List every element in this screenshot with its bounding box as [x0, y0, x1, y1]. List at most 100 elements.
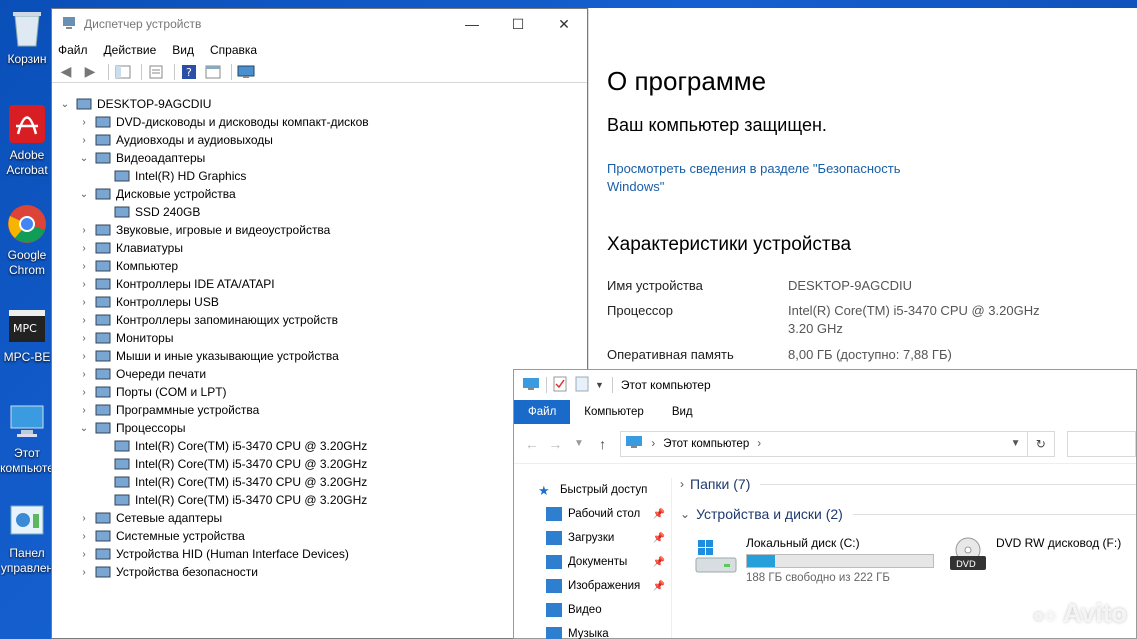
nav-item[interactable]: Музыка: [514, 622, 671, 639]
tree-category[interactable]: › Аудиовходы и аудиовыходы: [52, 131, 587, 149]
tree-category[interactable]: › Сетевые адаптеры: [52, 509, 587, 527]
tree-category[interactable]: › Компьютер: [52, 257, 587, 275]
tree-category[interactable]: › Порты (COM и LPT): [52, 383, 587, 401]
forward-button[interactable]: ▶: [80, 63, 100, 81]
security-link[interactable]: Просмотреть сведения в разделе "Безопасн…: [607, 160, 937, 196]
nav-item[interactable]: Загрузки 📌: [514, 526, 671, 550]
address-crumb[interactable]: Этот компьютер: [663, 438, 749, 450]
chevron-right-icon[interactable]: ›: [79, 297, 89, 308]
nav-item[interactable]: Изображения 📌: [514, 574, 671, 598]
properties-qa-icon[interactable]: [553, 376, 567, 395]
recent-chevron-icon[interactable]: ▼: [567, 438, 591, 449]
tree-category[interactable]: › Мониторы: [52, 329, 587, 347]
search-input[interactable]: [1067, 430, 1136, 457]
folders-group-header[interactable]: › Папки (7): [674, 470, 1136, 498]
tree-device[interactable]: Intel(R) HD Graphics: [52, 167, 587, 185]
view-button[interactable]: [203, 63, 223, 81]
about-window: О программе Ваш компьютер защищен. Просм…: [588, 8, 1137, 378]
chevron-right-icon[interactable]: ›: [79, 261, 89, 272]
desktop-icon-mpc-be[interactable]: MPC MPC-BE: [0, 306, 54, 365]
nav-item[interactable]: Рабочий стол 📌: [514, 502, 671, 526]
pictures-icon: [546, 579, 562, 593]
tree-category[interactable]: ⌄ Дисковые устройства: [52, 185, 587, 203]
tree-device[interactable]: Intel(R) Core(TM) i5-3470 CPU @ 3.20GHz: [52, 473, 587, 491]
chevron-right-icon[interactable]: ›: [79, 387, 89, 398]
tree-category[interactable]: › Звуковые, игровые и видеоустройства: [52, 221, 587, 239]
chevron-down-icon[interactable]: ⌄: [79, 153, 89, 164]
tree-category[interactable]: › Устройства безопасности: [52, 563, 587, 581]
tree-category[interactable]: › Очереди печати: [52, 365, 587, 383]
chevron-right-icon[interactable]: ›: [79, 117, 89, 128]
pin-icon[interactable]: 📌: [653, 533, 665, 544]
tree-device[interactable]: Intel(R) Core(TM) i5-3470 CPU @ 3.20GHz: [52, 437, 587, 455]
desktop-icon-acrobat[interactable]: Adobe Acrobat: [0, 104, 54, 178]
chevron-right-icon[interactable]: ›: [79, 567, 89, 578]
address-dropdown-icon[interactable]: ▼: [1011, 438, 1021, 449]
forward-button[interactable]: →: [544, 436, 568, 452]
chevron-right-icon[interactable]: ›: [79, 225, 89, 236]
pin-icon[interactable]: 📌: [653, 557, 665, 568]
chevron-right-icon[interactable]: ›: [79, 243, 89, 254]
close-button[interactable]: ✕: [541, 9, 587, 39]
tree-category[interactable]: › Контроллеры IDE ATA/ATAPI: [52, 275, 587, 293]
tab-computer[interactable]: Компьютер: [570, 400, 658, 424]
tree-category[interactable]: › Мыши и иные указывающие устройства: [52, 347, 587, 365]
address-bar[interactable]: › Этот компьютер › ▼: [620, 430, 1028, 457]
menu-bar: Файл Действие Вид Справка: [52, 39, 587, 61]
menu-action[interactable]: Действие: [104, 43, 157, 57]
chevron-down-icon[interactable]: ⌄: [79, 189, 89, 200]
desktop-icon-chrome[interactable]: Google Chrom: [0, 204, 54, 278]
tree-category[interactable]: ⌄ Видеоадаптеры: [52, 149, 587, 167]
chevron-right-icon[interactable]: ›: [79, 549, 89, 560]
chevron-right-icon[interactable]: ›: [79, 135, 89, 146]
refresh-button[interactable]: ↻: [1027, 430, 1056, 457]
chevron-down-icon[interactable]: ⌄: [79, 423, 89, 434]
back-button[interactable]: ◀: [56, 63, 76, 81]
nav-item[interactable]: Документы 📌: [514, 550, 671, 574]
pin-icon[interactable]: 📌: [653, 509, 665, 520]
menu-help[interactable]: Справка: [210, 43, 257, 57]
tree-category[interactable]: › Клавиатуры: [52, 239, 587, 257]
help-button[interactable]: ?: [179, 63, 199, 81]
tree-category[interactable]: › Контроллеры запоминающих устройств: [52, 311, 587, 329]
new-folder-qa-icon[interactable]: [575, 376, 589, 395]
chevron-right-icon[interactable]: ›: [79, 315, 89, 326]
chevron-right-icon[interactable]: ›: [79, 333, 89, 344]
chevron-right-icon[interactable]: ›: [79, 513, 89, 524]
tree-device[interactable]: Intel(R) Core(TM) i5-3470 CPU @ 3.20GHz: [52, 491, 587, 509]
pin-icon[interactable]: 📌: [653, 581, 665, 592]
tree-device[interactable]: SSD 240GB: [52, 203, 587, 221]
chevron-right-icon[interactable]: ›: [79, 531, 89, 542]
nav-item[interactable]: ★ Быстрый доступ: [514, 478, 671, 502]
tree-category[interactable]: › Программные устройства: [52, 401, 587, 419]
back-button[interactable]: ←: [520, 436, 544, 452]
tree-category[interactable]: › Контроллеры USB: [52, 293, 587, 311]
chevron-right-icon[interactable]: ›: [79, 279, 89, 290]
maximize-button[interactable]: ☐: [495, 9, 541, 39]
desktop-icon-this-pc[interactable]: Этот компьюте: [0, 402, 54, 476]
show-hide-tree-button[interactable]: [113, 63, 133, 81]
tree-category[interactable]: ⌄ Процессоры: [52, 419, 587, 437]
chevron-right-icon[interactable]: ›: [79, 351, 89, 362]
chevron-down-icon[interactable]: ⌄: [60, 99, 70, 110]
tree-root[interactable]: ⌄ DESKTOP-9AGCDIU: [52, 95, 587, 113]
chevron-right-icon[interactable]: ›: [79, 405, 89, 416]
nav-item[interactable]: Видео: [514, 598, 671, 622]
drives-group-header[interactable]: ⌄ Устройства и диски (2): [674, 500, 1136, 528]
minimize-button[interactable]: —: [449, 9, 495, 39]
properties-button[interactable]: [146, 63, 166, 81]
desktop-icon-recycle-bin[interactable]: Корзин: [0, 8, 54, 67]
tree-category[interactable]: › Системные устройства: [52, 527, 587, 545]
menu-file[interactable]: Файл: [58, 43, 88, 57]
tree-category[interactable]: › Устройства HID (Human Interface Devices…: [52, 545, 587, 563]
scan-hardware-button[interactable]: [236, 63, 256, 81]
chevron-down-icon[interactable]: ▼: [595, 380, 604, 390]
desktop-icon-control-panel[interactable]: Панел управлен: [0, 502, 54, 576]
up-button[interactable]: ↑: [591, 436, 615, 452]
chevron-right-icon[interactable]: ›: [79, 369, 89, 380]
tree-category[interactable]: › DVD-дисководы и дисководы компакт-диско…: [52, 113, 587, 131]
tab-view[interactable]: Вид: [658, 400, 707, 424]
menu-view[interactable]: Вид: [172, 43, 194, 57]
tab-file[interactable]: Файл: [514, 400, 571, 424]
tree-device[interactable]: Intel(R) Core(TM) i5-3470 CPU @ 3.20GHz: [52, 455, 587, 473]
